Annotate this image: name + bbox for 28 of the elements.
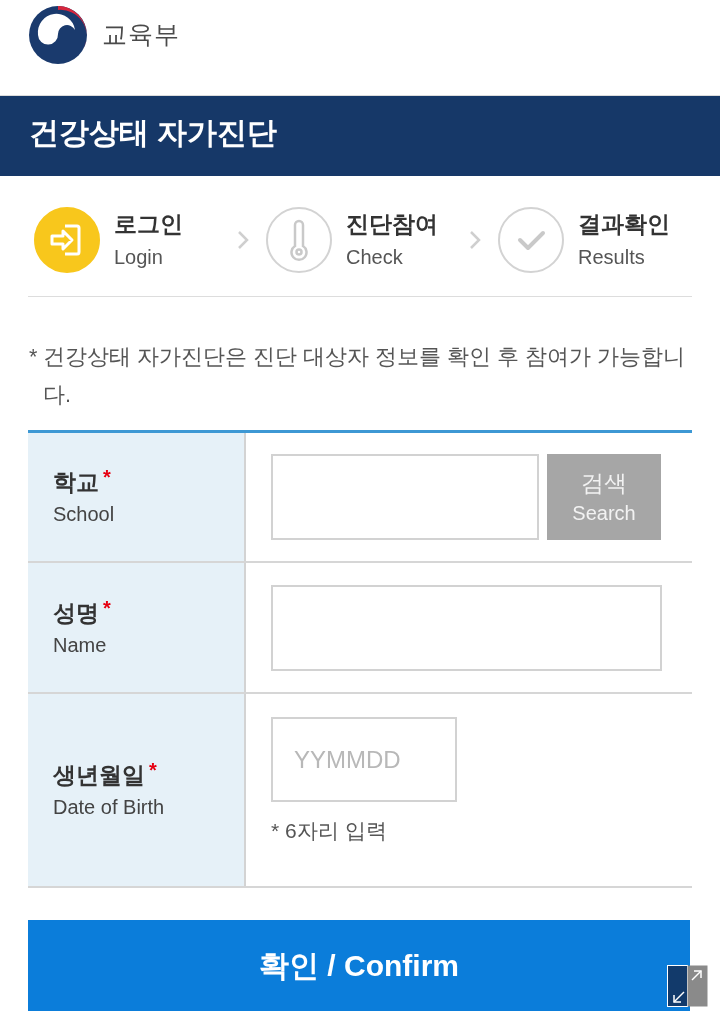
field-sublabel: Name xyxy=(53,632,107,658)
field-label: 성명 xyxy=(53,598,99,628)
field-label: 학교 xyxy=(53,468,99,497)
chevron-right-icon xyxy=(468,230,482,250)
field-sublabel: School xyxy=(53,502,115,527)
step-label: 진단참여 xyxy=(346,210,438,238)
step-sublabel: Results xyxy=(578,245,645,270)
input-field[interactable]: YYMMDD xyxy=(271,717,457,802)
required-mark: * xyxy=(103,467,111,487)
required-mark: * xyxy=(149,760,157,780)
required-mark: * xyxy=(103,597,111,618)
step-sublabel: Check xyxy=(346,245,403,270)
confirm-button[interactable]: 확인 / Confirm xyxy=(28,920,690,1011)
input-field[interactable] xyxy=(271,454,539,540)
hint-text: * 6자리 입력 xyxy=(271,818,387,844)
search-button[interactable]: 검색 Search xyxy=(547,454,661,540)
step-label: 결과확인 xyxy=(578,210,670,238)
swirl-emblem-icon xyxy=(28,5,88,65)
diagonal-arrows-icon[interactable] xyxy=(667,965,708,1007)
field-label: 생년월일 xyxy=(53,761,145,790)
input-field[interactable] xyxy=(271,585,662,671)
ministry-name: 교육부 xyxy=(102,19,180,51)
step-sublabel: Login xyxy=(114,245,163,270)
chevron-right-icon xyxy=(236,230,250,250)
page-title: 건강상태 자가진단 xyxy=(29,115,278,151)
step-label: 로그인 xyxy=(114,210,183,238)
field-sublabel: Date of Birth xyxy=(53,795,165,820)
notice-text: * 건강상태 자가진단은 진단 대상자 정보를 확인 후 참여가 가능합니다. xyxy=(28,344,687,409)
